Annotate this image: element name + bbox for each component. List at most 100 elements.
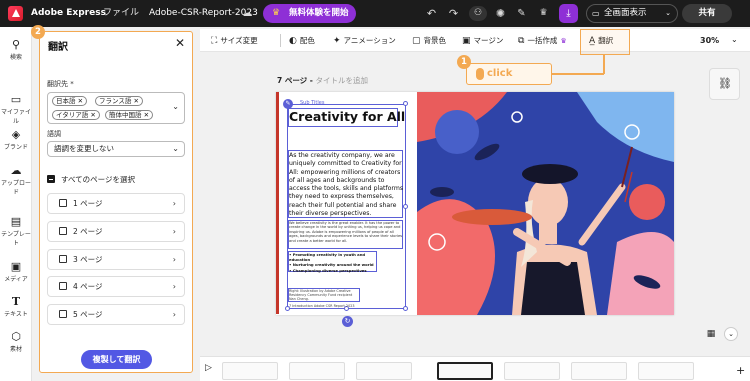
checkbox-icon[interactable]: [59, 227, 67, 235]
link-icon[interactable]: ⛓: [718, 77, 732, 90]
chevron-down-icon: ⌄: [172, 102, 179, 111]
doc-bullets[interactable]: • Promoting creativity in youth and educ…: [289, 252, 377, 273]
page-thumbnail[interactable]: [638, 362, 694, 380]
chip-label: イタリア語: [56, 111, 89, 119]
grid-view-icon[interactable]: ▦: [704, 327, 718, 341]
chevron-down-icon[interactable]: ⌄: [724, 327, 738, 341]
language-chip[interactable]: フランス語 ✕: [95, 96, 143, 106]
lightbulb-icon[interactable]: ✺: [493, 6, 508, 21]
animation-button[interactable]: ✦ アニメーション: [333, 29, 396, 53]
page-row[interactable]: 1 ページ ›: [47, 193, 185, 214]
doc-title[interactable]: Creativity for All: [289, 109, 405, 124]
tone-label: 語調: [47, 130, 61, 138]
page-thumbnail[interactable]: [571, 362, 627, 380]
rail-item-upload[interactable]: ☁ アップロード: [0, 164, 32, 196]
rail-item-myfiles[interactable]: ▭ マイファイル: [0, 93, 32, 125]
bulk-create-button[interactable]: ⧉ 一括作成 ♛: [518, 29, 567, 53]
doc-credit[interactable]: Right: Illustration by Adobe Creative Re…: [289, 289, 359, 302]
language-chip[interactable]: イタリア語 ✕: [52, 110, 100, 120]
page-thumbnail[interactable]: [289, 362, 345, 380]
callout-text: click: [487, 68, 513, 79]
animation-label: アニメーション: [343, 36, 396, 45]
select-all-label: すべてのページを選択: [61, 175, 136, 184]
language-chip[interactable]: 簡体中国語 ✕: [105, 110, 154, 120]
art-shape: [430, 187, 454, 197]
beret-shape: [522, 164, 578, 184]
crown-icon: ♛: [560, 37, 567, 45]
doc-paragraph[interactable]: As the creativity company, we are unique…: [289, 152, 404, 218]
illustration-image[interactable]: [417, 92, 674, 315]
target-language-select[interactable]: 日本語 ✕ フランス語 ✕ イタリア語 ✕ 簡体中国語 ✕ ⌄: [47, 92, 185, 124]
chevron-down-icon: ⌄: [172, 144, 179, 153]
checkbox-icon[interactable]: [59, 282, 67, 290]
comment-icon[interactable]: ✎: [514, 6, 529, 21]
art-shape: [607, 232, 674, 315]
play-icon[interactable]: ▷: [205, 363, 217, 377]
margin-button[interactable]: ▣ マージン: [462, 29, 503, 53]
close-icon[interactable]: ✕: [175, 36, 185, 50]
callout-connector: [551, 73, 604, 75]
download-icon[interactable]: ⤓: [559, 4, 578, 23]
checkbox-icon[interactable]: [59, 255, 67, 263]
chevron-right-icon[interactable]: ›: [173, 194, 176, 213]
redo-icon[interactable]: ↷: [446, 6, 461, 21]
chevron-right-icon[interactable]: ›: [173, 277, 176, 296]
bullet-item: • Championing diverse perspectives: [289, 267, 367, 273]
chevron-down-icon[interactable]: ⌄: [731, 35, 738, 44]
zoom-level[interactable]: 30%: [700, 29, 719, 52]
chevron-right-icon[interactable]: ›: [173, 305, 176, 324]
page-thumbnail[interactable]: [356, 362, 412, 380]
bullet-text: Promoting creativity in youth and educat…: [289, 252, 366, 263]
checkbox-icon[interactable]: [59, 199, 67, 207]
page-thumbnail-selected[interactable]: [437, 362, 493, 380]
present-label: 全画面表示: [604, 8, 647, 18]
page-row[interactable]: 2 ページ ›: [47, 221, 185, 242]
rail-label: 素材: [9, 346, 22, 353]
doc-footer[interactable]: 7 Introduction Adobe CSR Report 2023: [289, 304, 355, 308]
resize-button[interactable]: ⛶ サイズ変更: [211, 29, 258, 53]
duplicate-and-translate-button[interactable]: 複製して翻訳: [81, 350, 152, 369]
art-shape: [629, 184, 665, 220]
red-accent-bar: [276, 92, 279, 314]
checkbox-icon[interactable]: [59, 310, 67, 318]
tone-select[interactable]: 語調を変更しない ⌄: [47, 141, 185, 157]
page-row[interactable]: 4 ページ ›: [47, 276, 185, 297]
rail-item-brand[interactable]: ◈ ブランド: [0, 128, 32, 151]
page-thumbnail[interactable]: [504, 362, 560, 380]
chevron-right-icon[interactable]: ›: [173, 222, 176, 241]
select-all-pages-checkbox[interactable]: すべてのページを選択: [47, 174, 135, 185]
background-button[interactable]: ▢ 背景色: [412, 29, 446, 53]
add-page-icon[interactable]: +: [736, 364, 745, 377]
rail-item-text[interactable]: T テキスト: [0, 295, 32, 318]
resize-handle[interactable]: [403, 101, 408, 106]
file-menu[interactable]: ファイル: [103, 0, 139, 27]
doc-small-text[interactable]: We believe creativity is the great enabl…: [289, 221, 404, 243]
rail-item-search[interactable]: ⚲ 検索: [0, 38, 32, 61]
page-label[interactable]: 7 ページ - タイトルを追加: [277, 75, 368, 86]
chevron-right-icon[interactable]: ›: [173, 250, 176, 269]
crown-upgrade-icon[interactable]: ♛: [536, 6, 551, 21]
start-trial-button[interactable]: ♛ 無料体験を開始: [263, 4, 356, 23]
text-icon: T: [11, 295, 21, 308]
toolbar-divider: [280, 34, 281, 47]
rail-item-elements[interactable]: ⬡ 素材: [0, 330, 32, 353]
language-chip[interactable]: 日本語 ✕: [52, 96, 88, 106]
apron-shape: [521, 262, 585, 315]
page-row[interactable]: 3 ページ ›: [47, 249, 185, 270]
invite-user-icon[interactable]: ⚇: [469, 6, 487, 21]
rail-item-template[interactable]: ▤ テンプレート: [0, 215, 32, 247]
share-button[interactable]: 共有: [682, 4, 732, 23]
rail-item-media[interactable]: ▣ メディア: [0, 260, 32, 283]
target-language-label: 翻訳先 *: [47, 80, 74, 88]
color-button[interactable]: ◐ 配色: [289, 29, 315, 53]
page-thumbnail[interactable]: [222, 362, 278, 380]
mouse-icon: [476, 68, 484, 80]
undo-icon[interactable]: ↶: [424, 6, 439, 21]
rotate-icon[interactable]: ↻: [342, 316, 353, 327]
present-button[interactable]: ▭ 全画面表示 ⌄: [586, 4, 678, 23]
adobe-express-logo-icon[interactable]: [8, 6, 23, 21]
resize-handle[interactable]: [403, 306, 408, 311]
page-row-label: 3 ページ: [73, 255, 103, 264]
search-icon: ⚲: [11, 38, 21, 51]
page-row[interactable]: 5 ページ ›: [47, 304, 185, 325]
